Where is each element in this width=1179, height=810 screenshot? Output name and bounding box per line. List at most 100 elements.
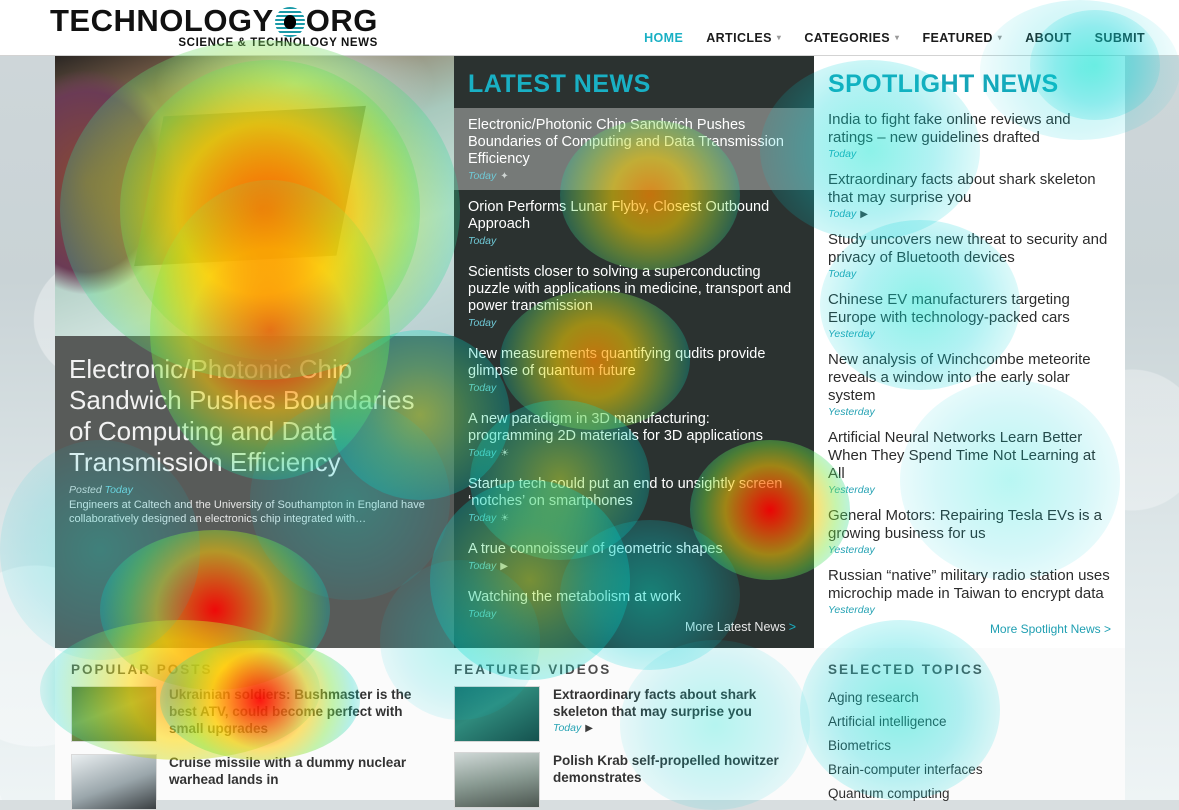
hero-excerpt: Engineers at Caltech and the University … xyxy=(69,499,425,525)
chevron-down-icon: ▾ xyxy=(776,33,782,42)
logo-text-org: ORG xyxy=(305,3,378,38)
latest-news-meta: Today xyxy=(468,608,796,620)
latest-news-item[interactable]: Scientists closer to solving a supercond… xyxy=(454,255,814,337)
latest-news-item[interactable]: Orion Performs Lunar Flyby, Closest Outb… xyxy=(454,190,814,255)
bottom-row: POPULAR POSTS Ukrainian soldiers: Bushma… xyxy=(55,648,1125,810)
spotlight-news-item[interactable]: India to fight fake online reviews and r… xyxy=(814,109,1125,169)
timestamp: Today xyxy=(468,382,497,394)
nav-item-articles[interactable]: ARTICLES ▾ xyxy=(706,31,781,45)
spotlight-news-meta: Today xyxy=(828,148,1113,160)
logo-tagline: SCIENCE & TECHNOLOGY NEWS xyxy=(178,37,378,49)
video-camera-icon: ▶ xyxy=(500,561,508,572)
chevron-down-icon: ▾ xyxy=(997,33,1003,42)
latest-news-title: Watching the metabolism at work xyxy=(468,589,682,605)
chevron-down-icon: ▾ xyxy=(895,33,900,42)
nav-item-featured[interactable]: FEATURED ▾ xyxy=(922,31,1002,45)
chevron-right-icon: > xyxy=(788,620,796,634)
featured-video-text: Extraordinary facts about shark skeleton… xyxy=(553,686,802,742)
spotlight-news-item[interactable]: Chinese EV manufacturers targeting Europ… xyxy=(814,289,1125,349)
logo-text-technology: TECHNOLOGY xyxy=(50,3,274,38)
spotlight-news-title: New analysis of Winchcombe meteorite rev… xyxy=(828,351,1091,404)
spotlight-news-title: Study uncovers new threat to security an… xyxy=(828,231,1108,266)
popular-posts-heading: POPULAR POSTS xyxy=(71,662,213,677)
timestamp: Today xyxy=(468,317,497,329)
selected-topics-heading: SELECTED TOPICS xyxy=(828,662,984,677)
more-latest-news-link[interactable]: More Latest News > xyxy=(685,620,796,634)
popular-post-item[interactable]: Cruise missile with a dummy nuclear warh… xyxy=(71,754,440,810)
spotlight-news-meta: Today ▶ xyxy=(828,208,1113,220)
timestamp: Yesterday xyxy=(828,328,875,340)
hero-posted-label: Posted xyxy=(69,484,102,496)
featured-video-thumbnail xyxy=(454,686,540,742)
spotlight-news-meta: Yesterday xyxy=(828,328,1113,340)
timestamp: Today xyxy=(468,447,497,459)
latest-news-item[interactable]: A new paradigm in 3D manufacturing: prog… xyxy=(454,402,814,467)
timestamp: Yesterday xyxy=(828,604,875,616)
latest-news-item[interactable]: A true connoisseur of geometric shapes T… xyxy=(454,532,814,580)
latest-news-heading: LATEST NEWS xyxy=(468,70,651,98)
hero-article[interactable]: Electronic/Photonic Chip Sandwich Pushes… xyxy=(55,56,454,648)
timestamp: Today xyxy=(468,512,497,524)
nav-item-about[interactable]: ABOUT xyxy=(1025,31,1071,45)
spotlight-news-meta: Yesterday xyxy=(828,604,1113,616)
nav-label: ABOUT xyxy=(1025,31,1072,45)
hero-title[interactable]: Electronic/Photonic Chip Sandwich Pushes… xyxy=(69,354,440,478)
latest-news-item[interactable]: New measurements quantifying qudits prov… xyxy=(454,337,814,402)
latest-news-item[interactable]: Electronic/Photonic Chip Sandwich Pushes… xyxy=(454,108,814,190)
video-camera-icon: ▶ xyxy=(585,723,593,734)
topic-link-brain-computer-interfaces[interactable]: Brain-computer interfaces xyxy=(828,758,1113,782)
nav-item-categories[interactable]: CATEGORIES ▾ xyxy=(804,31,899,45)
featured-video-item[interactable]: Extraordinary facts about shark skeleton… xyxy=(454,686,802,742)
spotlight-news-item[interactable]: Study uncovers new threat to security an… xyxy=(814,229,1125,289)
spotlight-news-title: Extraordinary facts about shark skeleton… xyxy=(828,171,1096,206)
featured-video-title: Extraordinary facts about shark skeleton… xyxy=(553,687,757,719)
latest-news-item[interactable]: Startup tech could put an end to unsight… xyxy=(454,467,814,532)
popular-posts-section: POPULAR POSTS Ukrainian soldiers: Bushma… xyxy=(55,648,454,810)
nav-label: HOME xyxy=(644,31,684,45)
featured-videos-heading: FEATURED VIDEOS xyxy=(454,662,612,677)
spotlight-news-meta: Yesterday xyxy=(828,406,1113,418)
more-latest-news-label: More Latest News xyxy=(684,620,786,634)
selected-topics-section: SELECTED TOPICS Aging research Artificia… xyxy=(814,648,1125,801)
topic-link-biometrics[interactable]: Biometrics xyxy=(828,734,1113,758)
spotlight-news-title: Russian “native” military radio station … xyxy=(828,567,1110,602)
site-header: TECHNOLOGY ORG SCIENCE & TECHNOLOGY NEWS … xyxy=(0,0,1179,56)
cursor-icon: ✦ xyxy=(500,171,509,182)
latest-news-meta: Today xyxy=(468,382,796,394)
spotlight-news-item[interactable]: Extraordinary facts about shark skeleton… xyxy=(814,169,1125,229)
spotlight-news-item[interactable]: New analysis of Winchcombe meteorite rev… xyxy=(814,349,1125,427)
latest-news-title: A new paradigm in 3D manufacturing: prog… xyxy=(468,411,763,444)
page-content: Electronic/Photonic Chip Sandwich Pushes… xyxy=(55,56,1125,810)
spotlight-news-column: SPOTLIGHT NEWS India to fight fake onlin… xyxy=(814,56,1125,648)
popular-post-item[interactable]: Ukrainian soldiers: Bushmaster is the be… xyxy=(71,686,440,742)
main-navigation: HOME ARTICLES ▾ CATEGORIES ▾ FEATURED ▾ ABOUT SU… xyxy=(621,31,1145,45)
timestamp: Today xyxy=(828,268,857,280)
video-camera-icon: ▶ xyxy=(860,209,868,220)
hero-chip-shape xyxy=(134,105,366,267)
top-row: Electronic/Photonic Chip Sandwich Pushes… xyxy=(55,56,1125,648)
logo-eye-icon xyxy=(274,7,305,37)
timestamp: Yesterday xyxy=(828,406,875,418)
latest-news-title: Electronic/Photonic Chip Sandwich Pushes… xyxy=(468,117,784,167)
latest-news-meta: Today ▶ xyxy=(468,560,796,572)
latest-news-title: Orion Performs Lunar Flyby, Closest Outb… xyxy=(468,199,770,232)
latest-news-meta: Today ☀ xyxy=(468,447,796,459)
topic-link-quantum-computing[interactable]: Quantum computing xyxy=(828,782,1113,806)
site-logo[interactable]: TECHNOLOGY ORG SCIENCE & TECHNOLOGY NEWS xyxy=(50,3,378,50)
spotlight-news-title: Chinese EV manufacturers targeting Europ… xyxy=(828,291,1070,326)
more-spotlight-news-link[interactable]: More Spotlight News > xyxy=(990,622,1111,636)
latest-news-meta: Today ✦ xyxy=(468,170,796,182)
timestamp: Today xyxy=(468,560,497,572)
nav-label: FEATURED xyxy=(922,31,993,45)
spotlight-news-item[interactable]: Russian “native” military radio station … xyxy=(814,565,1125,625)
sun-icon: ☀ xyxy=(500,513,510,524)
spotlight-news-title: India to fight fake online reviews and r… xyxy=(828,111,1071,146)
topic-link-artificial-intelligence[interactable]: Artificial intelligence xyxy=(828,710,1113,734)
nav-item-submit[interactable]: SUBMIT xyxy=(1095,31,1145,45)
topic-link-aging-research[interactable]: Aging research xyxy=(828,686,1113,710)
hero-posted: Posted Today xyxy=(69,484,440,496)
spotlight-news-item[interactable]: Artificial Neural Networks Learn Better … xyxy=(814,427,1125,505)
spotlight-news-heading: SPOTLIGHT NEWS xyxy=(828,70,1059,98)
spotlight-news-item[interactable]: General Motors: Repairing Tesla EVs is a… xyxy=(814,505,1125,565)
nav-item-home[interactable]: HOME xyxy=(644,31,683,45)
